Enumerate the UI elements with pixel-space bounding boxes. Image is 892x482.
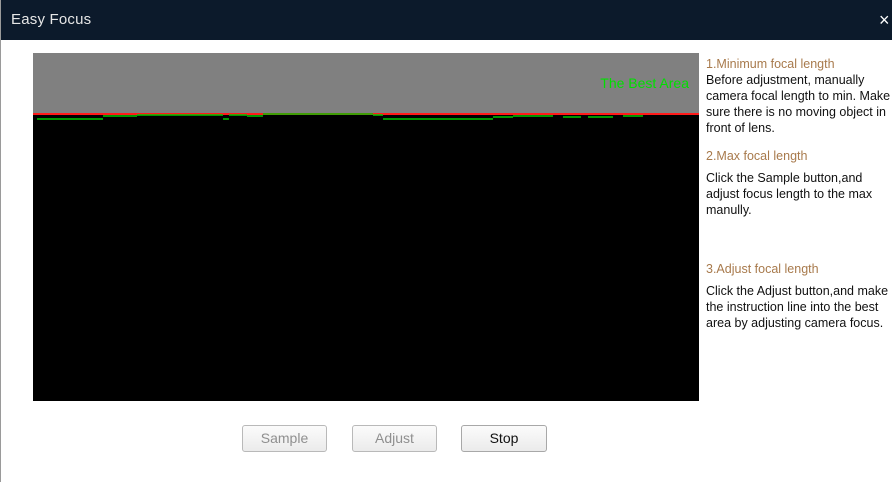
sample-button[interactable]: Sample — [242, 425, 327, 452]
easy-focus-dialog: Easy Focus × The Best Area 1.Minimum foc… — [0, 0, 892, 482]
step3-text: Click the Adjust button,and make the ins… — [706, 284, 889, 330]
focus-trace-plot — [33, 113, 699, 120]
step2-title: 2.Max focal length — [706, 149, 808, 163]
instructions-panel: 1.Minimum focal length Before adjustment… — [706, 56, 892, 331]
button-row: Sample Adjust Stop — [1, 425, 892, 453]
step3-title: 3.Adjust focal length — [706, 262, 819, 276]
focus-scope: The Best Area — [33, 53, 699, 401]
title-bar: Easy Focus × — [1, 0, 892, 40]
adjust-button[interactable]: Adjust — [352, 425, 437, 452]
close-icon[interactable]: × — [879, 0, 892, 40]
stop-button[interactable]: Stop — [461, 425, 547, 452]
step2-text: Click the Sample button,and adjust focus… — [706, 171, 873, 217]
step1-title: 1.Minimum focal length — [706, 57, 835, 71]
window-title: Easy Focus — [11, 11, 92, 28]
step1-text: Before adjustment, manually camera focal… — [706, 73, 891, 135]
